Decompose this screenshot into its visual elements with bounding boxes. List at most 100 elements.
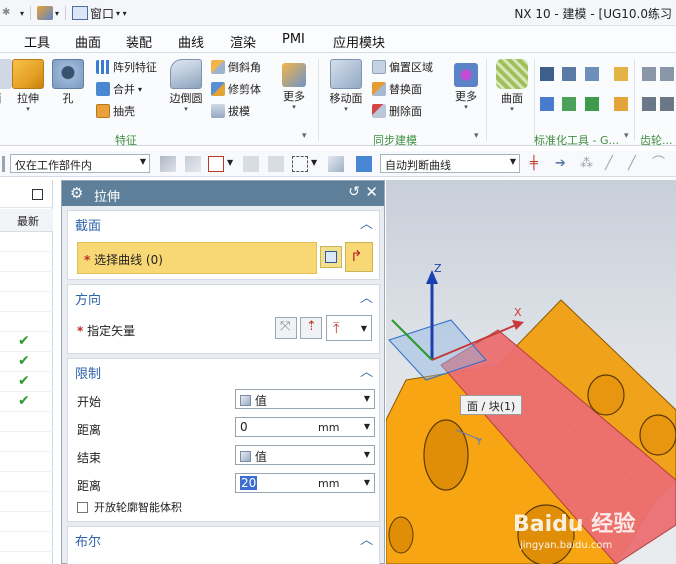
vector-type-dropdown[interactable]: ⤒ ▼ bbox=[326, 315, 372, 341]
delete-face-button[interactable]: 删除面 bbox=[372, 102, 422, 120]
dropdown-icon[interactable]: ▾ ▾ bbox=[116, 9, 127, 18]
column-latest[interactable]: 最新 bbox=[17, 213, 39, 229]
sketch-section-button[interactable] bbox=[320, 246, 342, 268]
std-tool-icon[interactable] bbox=[562, 97, 576, 111]
select-curve-row[interactable]: * 选择曲线 (0) bbox=[77, 242, 317, 274]
draft-button[interactable]: 拔模 bbox=[211, 102, 250, 120]
maximize-icon[interactable] bbox=[32, 189, 43, 200]
open-profile-checkbox[interactable] bbox=[77, 502, 88, 513]
arc-icon[interactable]: ⌒ bbox=[652, 156, 668, 172]
list-item[interactable]: ✔ bbox=[0, 352, 53, 372]
move-face-button[interactable]: 移动面 ▾ bbox=[324, 57, 368, 113]
line-icon[interactable]: ╱ bbox=[605, 156, 621, 172]
list-item[interactable]: ✔ bbox=[0, 372, 53, 392]
std-tool-icon[interactable] bbox=[540, 67, 554, 81]
dropdown-icon[interactable]: ▾ bbox=[55, 9, 59, 18]
dropdown-icon[interactable]: ▾ bbox=[20, 9, 24, 18]
group-expand-icon[interactable]: ▾ bbox=[624, 131, 629, 141]
dropdown-icon[interactable]: ▼ bbox=[311, 158, 317, 167]
follow-fillet-icon[interactable]: ➔ bbox=[555, 156, 571, 172]
end-type-dropdown[interactable]: 值 ▼ bbox=[235, 445, 375, 465]
list-item[interactable] bbox=[0, 252, 53, 272]
menu-curve[interactable]: 曲线 bbox=[178, 32, 204, 51]
gear-tool-icon[interactable] bbox=[642, 67, 656, 81]
gear-tool-icon[interactable] bbox=[660, 97, 674, 111]
more-button-2[interactable]: 更多 ▾ bbox=[444, 57, 488, 111]
gear-tool-icon[interactable] bbox=[642, 97, 656, 111]
menu-tools[interactable]: 工具 bbox=[24, 32, 50, 51]
dropdown-icon[interactable]: ▼ bbox=[227, 158, 233, 167]
list-item[interactable] bbox=[0, 292, 53, 312]
replace-face-button[interactable]: 替换面 bbox=[372, 80, 422, 98]
list-item[interactable] bbox=[0, 452, 53, 472]
selection-scope-dropdown[interactable]: 仅在工作部件内 ▼ bbox=[10, 154, 150, 173]
filter-icon[interactable] bbox=[160, 156, 176, 172]
chamfer-button[interactable]: 倒斜角 bbox=[211, 58, 261, 76]
curve-rule-dropdown[interactable]: 自动判断曲线 ▼ bbox=[380, 154, 520, 173]
select-body-icon[interactable] bbox=[328, 156, 344, 172]
chevron-up-icon[interactable]: ︿ bbox=[360, 361, 373, 380]
group-expand-icon[interactable]: ▾ bbox=[302, 131, 307, 141]
std-tool-icon[interactable] bbox=[562, 67, 576, 81]
reset-icon[interactable]: ↺ bbox=[348, 184, 360, 200]
list-item[interactable] bbox=[0, 312, 53, 332]
std-tool-icon[interactable] bbox=[585, 97, 599, 111]
list-item[interactable] bbox=[0, 532, 53, 552]
boolean-header[interactable]: 布尔 ︿ bbox=[68, 527, 379, 551]
shell-button[interactable]: 抽壳 bbox=[96, 102, 135, 120]
extrude-button[interactable]: 拉伸 ▾ bbox=[6, 57, 50, 113]
group-expand-icon[interactable]: ▾ bbox=[474, 131, 479, 141]
vector-dialog-button[interactable]: ⇡ bbox=[300, 317, 322, 339]
redo-icon[interactable]: ✱ bbox=[2, 6, 18, 20]
menu-assembly[interactable]: 装配 bbox=[126, 32, 152, 51]
unite-button[interactable]: 合并 ▾ bbox=[96, 80, 142, 98]
curve-button[interactable]: ↱ bbox=[345, 242, 373, 272]
rectangle-select-icon[interactable] bbox=[292, 156, 308, 172]
gear-icon[interactable]: ⚙ bbox=[70, 184, 83, 202]
start-distance-input[interactable]: 0 mm ▼ bbox=[235, 417, 375, 437]
limits-header[interactable]: 限制 ︿ bbox=[68, 359, 379, 383]
menu-applications[interactable]: 应用模块 bbox=[333, 32, 385, 51]
feature-curves-icon[interactable]: ⁂ bbox=[580, 156, 596, 172]
reverse-direction-button[interactable]: ⤧ bbox=[275, 317, 297, 339]
surface-button[interactable]: 曲面 ▾ bbox=[490, 57, 534, 113]
more-button-1[interactable]: 更多 ▾ bbox=[272, 57, 316, 111]
chevron-up-icon[interactable]: ︿ bbox=[360, 529, 373, 548]
pattern-feature-button[interactable]: 阵列特征 bbox=[96, 58, 157, 76]
std-tool-icon[interactable] bbox=[614, 97, 628, 111]
std-tool-icon[interactable] bbox=[585, 67, 599, 81]
list-item[interactable] bbox=[0, 412, 53, 432]
offset-region-button[interactable]: 偏置区域 bbox=[372, 58, 433, 76]
menu-render[interactable]: 渲染 bbox=[230, 32, 256, 51]
stop-at-intersection-icon[interactable]: ╪ bbox=[530, 156, 546, 172]
filter-icon[interactable] bbox=[185, 156, 201, 172]
list-item[interactable] bbox=[0, 472, 53, 492]
snap-point-icon[interactable] bbox=[208, 156, 224, 172]
list-item[interactable] bbox=[0, 512, 53, 532]
end-distance-input[interactable]: 20 mm ▼ bbox=[235, 473, 375, 493]
std-tool-icon[interactable] bbox=[540, 97, 554, 111]
start-type-dropdown[interactable]: 值 ▼ bbox=[235, 389, 375, 409]
menu-pmi[interactable]: PMI bbox=[282, 32, 305, 47]
window-menu[interactable]: 窗口 bbox=[90, 5, 114, 22]
std-tool-icon[interactable] bbox=[614, 67, 628, 81]
list-item[interactable] bbox=[0, 432, 53, 452]
menu-surface[interactable]: 曲面 bbox=[75, 32, 101, 51]
snap-icon[interactable] bbox=[268, 156, 284, 172]
trim-body-button[interactable]: 修剪体 bbox=[211, 80, 261, 98]
list-item[interactable] bbox=[0, 272, 53, 292]
select-face-icon[interactable] bbox=[356, 156, 372, 172]
section-header[interactable]: 截面 ︿ bbox=[68, 211, 379, 235]
line-icon[interactable]: ╱ bbox=[628, 156, 644, 172]
list-item[interactable] bbox=[0, 492, 53, 512]
gear-tool-icon[interactable] bbox=[660, 67, 674, 81]
chevron-up-icon[interactable]: ︿ bbox=[360, 213, 373, 232]
list-item[interactable] bbox=[0, 232, 53, 252]
list-item[interactable]: ✔ bbox=[0, 332, 53, 352]
chevron-up-icon[interactable]: ︿ bbox=[360, 287, 373, 306]
list-item[interactable]: ✔ bbox=[0, 392, 53, 412]
edge-blend-button[interactable]: 边倒圆 ▾ bbox=[164, 57, 208, 113]
direction-header[interactable]: 方向 ︿ bbox=[68, 285, 379, 309]
hole-button[interactable]: 孔 bbox=[46, 57, 90, 105]
close-icon[interactable]: ✕ bbox=[365, 183, 378, 201]
